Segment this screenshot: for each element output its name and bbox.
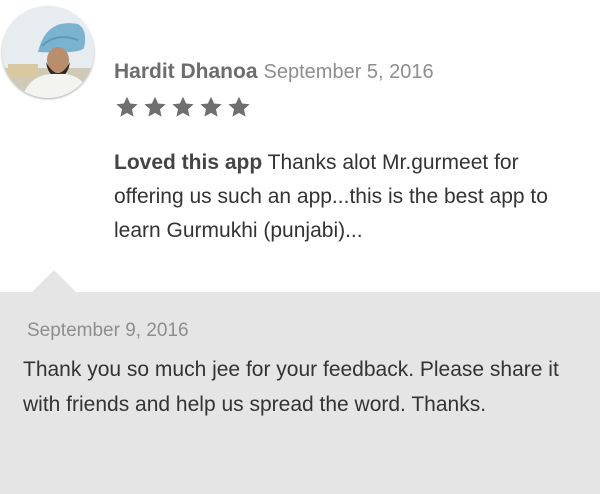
star-icon bbox=[198, 94, 224, 120]
author-name[interactable]: Hardit Dhanoa bbox=[114, 60, 258, 83]
star-icon bbox=[170, 94, 196, 120]
review-header: Hardit Dhanoa September 5, 2016 bbox=[114, 60, 434, 84]
reply-date: September 9, 2016 bbox=[27, 320, 189, 341]
review-date: September 5, 2016 bbox=[263, 61, 434, 83]
star-icon bbox=[226, 94, 252, 120]
star-rating bbox=[114, 94, 252, 120]
avatar-photo bbox=[2, 6, 94, 98]
review-body: Loved this app Thanks alot Mr.gurmeet fo… bbox=[114, 146, 594, 248]
reply-text: Thank you so much jee for your feedback.… bbox=[23, 358, 559, 416]
review-title: Loved this app bbox=[114, 151, 263, 174]
avatar[interactable] bbox=[2, 6, 94, 98]
star-icon bbox=[114, 94, 140, 120]
review-card: Hardit Dhanoa September 5, 2016 Loved thi… bbox=[0, 0, 616, 275]
reply-pointer bbox=[32, 270, 76, 292]
star-icon bbox=[142, 94, 168, 120]
developer-reply: September 9, 2016 Thank you so much jee … bbox=[0, 292, 600, 494]
